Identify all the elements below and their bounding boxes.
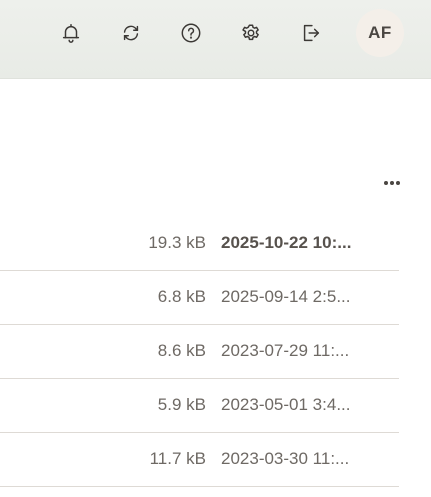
notifications-button[interactable]: [56, 18, 86, 48]
table-row[interactable]: 5.9 kB 2023-05-01 3:4...: [0, 378, 399, 433]
modified-date: 2023-03-30 11:...: [221, 449, 350, 468]
help-icon: [181, 23, 201, 43]
gear-icon: [242, 24, 259, 41]
file-size: 5.9 kB: [157, 395, 206, 414]
help-button[interactable]: [176, 18, 206, 48]
table-row[interactable]: 11.7 kB 2023-03-30 11:...: [0, 432, 399, 487]
table-row[interactable]: 8.6 kB 2023-07-29 11:...: [0, 324, 399, 379]
table-row[interactable]: 19.3 kB 2025-10-22 10:...: [0, 216, 399, 271]
refresh-icon: [123, 25, 139, 41]
ellipsis-icon: [383, 181, 388, 185]
refresh-button[interactable]: [116, 18, 146, 48]
modified-date: 2023-05-01 3:4...: [221, 395, 351, 414]
table-row[interactable]: 6.8 kB 2025-09-14 2:5...: [0, 270, 399, 325]
file-size: 8.6 kB: [157, 341, 206, 360]
top-bar: AF: [0, 0, 431, 79]
file-size: 19.3 kB: [148, 233, 206, 252]
file-size: 6.8 kB: [157, 287, 206, 306]
modified-date: 2025-10-22 10:...: [221, 233, 352, 252]
logout-button[interactable]: [296, 18, 326, 48]
modified-date: 2025-09-14 2:5...: [221, 287, 351, 306]
avatar[interactable]: AF: [356, 9, 404, 57]
file-size: 11.7 kB: [149, 449, 206, 468]
bell-icon: [62, 24, 80, 43]
more-options-button[interactable]: [378, 173, 406, 193]
logout-icon: [303, 24, 320, 42]
modified-date: 2023-07-29 11:...: [221, 341, 350, 360]
settings-button[interactable]: [236, 18, 266, 48]
